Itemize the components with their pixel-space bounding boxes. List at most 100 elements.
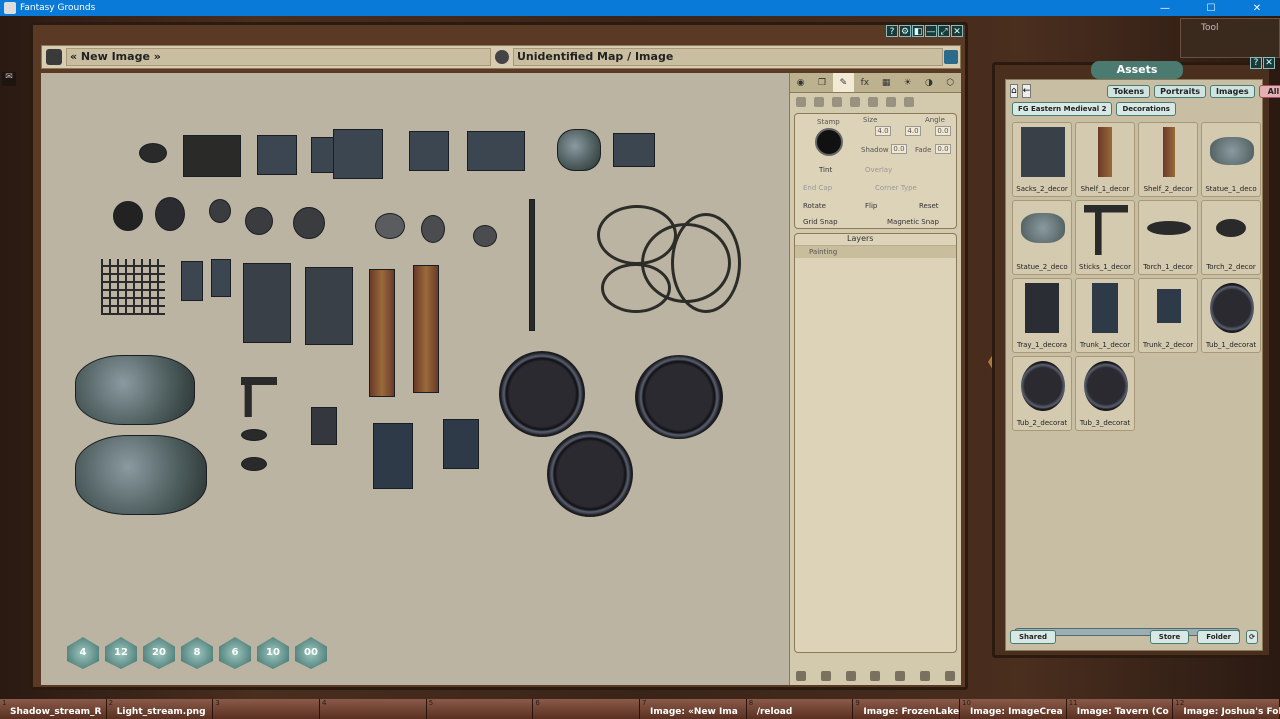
d20-die[interactable]: 20 xyxy=(143,637,175,669)
rect-tool-icon[interactable] xyxy=(832,97,842,107)
folder-button[interactable]: Folder xyxy=(1197,630,1241,644)
asset-item[interactable]: Trunk_1_decor xyxy=(1075,278,1135,353)
image-menu-icon[interactable] xyxy=(944,50,958,64)
move-up-icon[interactable] xyxy=(920,671,931,681)
hotkey-slot[interactable]: 4 xyxy=(320,699,427,719)
asset-thumbnail xyxy=(1021,127,1065,177)
asset-item[interactable]: Torch_2_decor xyxy=(1201,200,1261,275)
add-folder-icon[interactable] xyxy=(870,671,881,681)
fade-field[interactable]: 0.0 xyxy=(935,144,951,154)
hotkey-slot[interactable]: 11 Image: Tavern (Co xyxy=(1067,699,1174,719)
d4-die[interactable]: 4 xyxy=(67,637,99,669)
hotkey-slot[interactable]: 8/reload xyxy=(747,699,854,719)
asset-item[interactable]: Trunk_2_decor xyxy=(1138,278,1198,353)
tab-hex-icon[interactable]: ⬡ xyxy=(940,73,961,92)
stamp-preview[interactable] xyxy=(815,128,843,156)
asset-item[interactable]: Torch_1_decor xyxy=(1138,200,1198,275)
select-tool-icon[interactable] xyxy=(796,97,806,107)
decor-crate-4 xyxy=(409,131,449,171)
assets-help-icon[interactable]: ? xyxy=(1250,57,1262,69)
d12-die[interactable]: 12 xyxy=(105,637,137,669)
tab-grid-icon[interactable]: ▦ xyxy=(876,73,897,92)
d10-die[interactable]: 10 xyxy=(257,637,289,669)
tab-portraits[interactable]: Portraits xyxy=(1154,84,1206,98)
asset-item[interactable]: Statue_1_deco xyxy=(1201,122,1261,197)
back-icon[interactable]: ← xyxy=(1021,84,1032,98)
hotkey-slot[interactable]: 12 Image: Joshua's Foll xyxy=(1173,699,1280,719)
home-icon[interactable]: ⌂ xyxy=(1010,84,1018,98)
asset-item[interactable]: Shelf_2_decor xyxy=(1138,122,1198,197)
asset-item[interactable]: Tub_2_decorat xyxy=(1012,356,1072,431)
resize-icon[interactable]: ⤢ xyxy=(938,25,950,37)
move-down-icon[interactable] xyxy=(895,671,906,681)
hotkey-slot[interactable]: 2 Light_stream.png xyxy=(107,699,214,719)
lock-icon[interactable] xyxy=(46,49,62,65)
asset-item[interactable]: Sticks_1_decor xyxy=(1075,200,1135,275)
tab-light-icon[interactable]: ☀ xyxy=(897,73,918,92)
close-button[interactable]: ✕ xyxy=(1234,3,1280,14)
close-icon[interactable]: ✕ xyxy=(951,25,963,37)
tab-paint-icon[interactable]: ✎ xyxy=(832,73,855,92)
image-type-field[interactable]: Unidentified Map / Image xyxy=(513,48,943,66)
grid-snap-label[interactable]: Grid Snap xyxy=(803,218,838,226)
tab-copy-icon[interactable]: ❐ xyxy=(811,73,832,92)
line-tool-icon[interactable] xyxy=(814,97,824,107)
refresh-icon[interactable]: ⟳ xyxy=(1246,630,1258,644)
assets-close-icon[interactable]: ✕ xyxy=(1263,57,1275,69)
size-width-field[interactable]: 4.0 xyxy=(875,126,891,136)
tab-fx-icon[interactable]: fx xyxy=(854,73,875,92)
flip-label[interactable]: Flip xyxy=(865,202,877,210)
asset-item[interactable]: Tub_3_decorat xyxy=(1075,356,1135,431)
hand-tool-icon[interactable] xyxy=(904,97,914,107)
stamp-tool-icon[interactable] xyxy=(868,97,878,107)
eraser-tool-icon[interactable] xyxy=(886,97,896,107)
image-canvas[interactable] xyxy=(41,73,793,685)
breadcrumb-folder[interactable]: Decorations xyxy=(1116,102,1176,116)
shadow-field[interactable]: 0.0 xyxy=(891,144,907,154)
store-button[interactable]: Store xyxy=(1149,630,1190,644)
rotate-label[interactable]: Rotate xyxy=(803,202,826,210)
reset-label[interactable]: Reset xyxy=(919,202,939,210)
tab-images[interactable]: Images xyxy=(1209,84,1255,98)
tab-tokens[interactable]: Tokens xyxy=(1107,84,1151,98)
hotkey-slot[interactable]: 10 Image: ImageCrea xyxy=(960,699,1067,719)
d100-die[interactable]: 00 xyxy=(295,637,327,669)
layer-row-painting[interactable]: Painting xyxy=(795,246,956,258)
hotkey-slot[interactable]: 1 Shadow_stream_R xyxy=(0,699,107,719)
hotkey-slot[interactable]: 3 xyxy=(213,699,321,719)
settings-icon[interactable]: ⚙ xyxy=(899,25,911,37)
hotkey-slot[interactable]: 5 xyxy=(427,699,534,719)
chat-toggle-icon[interactable]: ✉ xyxy=(2,72,16,86)
hotkey-slot[interactable]: 7 Image: «New Ima xyxy=(640,699,747,719)
asset-item[interactable]: Sacks_2_decor xyxy=(1012,122,1072,197)
circle-tool-icon[interactable] xyxy=(850,97,860,107)
tab-all[interactable]: All xyxy=(1258,84,1280,98)
minimize-icon[interactable]: — xyxy=(925,25,937,37)
minimize-button[interactable]: — xyxy=(1142,3,1188,14)
help-icon[interactable]: ? xyxy=(886,25,898,37)
image-window: ? ⚙ ◧ — ⤢ ✕ « New Image » Unidentified M… xyxy=(30,22,968,690)
angle-field[interactable]: 0.0 xyxy=(935,126,951,136)
d8-die[interactable]: 8 xyxy=(181,637,213,669)
magnetic-snap-label[interactable]: Magnetic Snap xyxy=(887,218,939,226)
identified-toggle-icon[interactable] xyxy=(495,50,509,64)
tab-mask-icon[interactable]: ◑ xyxy=(918,73,939,92)
hotkey-slot[interactable]: 9 Image: FrozenLake xyxy=(853,699,961,719)
add-stamp-layer-icon[interactable] xyxy=(820,671,831,681)
asset-item[interactable]: Shelf_1_decor xyxy=(1075,122,1135,197)
d6-die[interactable]: 6 xyxy=(219,637,251,669)
hotkey-slot[interactable]: 6 xyxy=(533,699,641,719)
image-name-field[interactable]: « New Image » xyxy=(66,48,491,66)
breadcrumb-module[interactable]: FG Eastern Medieval 2 xyxy=(1012,102,1113,116)
asset-item[interactable]: Statue_2_deco xyxy=(1012,200,1072,275)
asset-item[interactable]: Tub_1_decorat xyxy=(1201,278,1261,353)
asset-item[interactable]: Tray_1_decora xyxy=(1012,278,1072,353)
shared-button[interactable]: Shared xyxy=(1010,630,1056,644)
share-icon[interactable]: ◧ xyxy=(912,25,924,37)
size-height-field[interactable]: 4.0 xyxy=(905,126,921,136)
delete-layer-icon[interactable] xyxy=(944,671,955,681)
add-fx-layer-icon[interactable] xyxy=(845,671,856,681)
add-paint-layer-icon[interactable] xyxy=(796,671,806,681)
maximize-button[interactable]: ☐ xyxy=(1188,3,1234,14)
tab-layers-icon[interactable]: ◉ xyxy=(790,73,811,92)
